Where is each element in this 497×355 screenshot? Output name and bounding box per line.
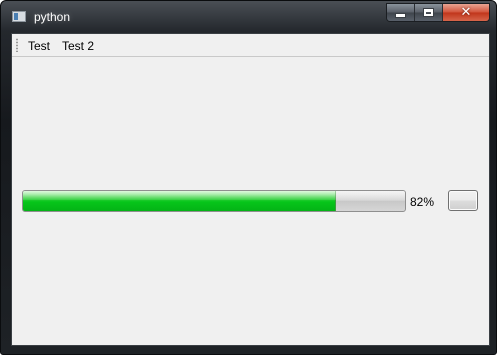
close-button[interactable]: ✕ <box>443 4 489 21</box>
menu-item-test-2[interactable]: Test 2 <box>62 39 94 53</box>
client-area: Test Test 2 82% <box>11 33 490 346</box>
title-bar[interactable]: python ✕ <box>1 1 496 31</box>
window-icon[interactable] <box>12 11 26 22</box>
window-title: python <box>34 10 71 24</box>
progress-bar <box>22 190 406 212</box>
app-window: python ✕ Test Test 2 82% <box>0 0 497 355</box>
menu-grip-handle[interactable] <box>16 38 18 52</box>
progress-percent-label: 82% <box>410 195 435 209</box>
action-button[interactable] <box>448 190 478 211</box>
minimize-icon <box>395 13 406 18</box>
menu-bar: Test Test 2 <box>12 34 489 57</box>
close-icon: ✕ <box>460 5 472 20</box>
minimize-button[interactable] <box>387 4 415 21</box>
progress-bar-shine <box>23 191 405 200</box>
maximize-icon <box>423 8 434 17</box>
menu-item-test[interactable]: Test <box>28 39 50 53</box>
caption-buttons: ✕ <box>386 3 490 22</box>
maximize-button[interactable] <box>415 4 443 21</box>
